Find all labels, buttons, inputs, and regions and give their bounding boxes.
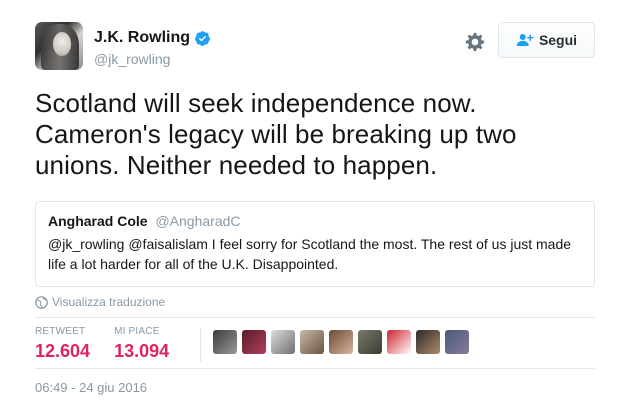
retweet-stat[interactable]: RETWEET 12.604 (35, 326, 90, 366)
avatar[interactable] (35, 22, 83, 70)
tweet-stats: RETWEET 12.604 MI PIACE 13.094 (35, 326, 201, 366)
add-user-icon (516, 34, 534, 46)
divider-bottom (35, 368, 595, 369)
quoted-user-name: Angharad Cole (48, 213, 148, 229)
quoted-user-handle: @AngharadC (155, 213, 241, 229)
likes-count: 13.094 (114, 341, 170, 361)
retweet-label: RETWEET (35, 326, 86, 337)
quoted-tweet-header: Angharad Cole @AngharadC (48, 213, 582, 229)
tweet-timestamp[interactable]: 06:49 - 24 giu 2016 (35, 380, 147, 395)
liker-avatar-3[interactable] (271, 330, 295, 354)
translate-link[interactable]: Visualizza traduzione (35, 295, 165, 309)
likes-stat[interactable]: MI PIACE 13.094 (114, 326, 169, 366)
globe-icon (35, 295, 48, 309)
display-name[interactable]: J.K. Rowling (94, 29, 190, 47)
liker-avatar-6[interactable] (358, 330, 382, 354)
liker-avatar-5[interactable] (329, 330, 353, 354)
likes-label: MI PIACE (114, 326, 160, 337)
tweet-text: Scotland will seek independence now. Cam… (35, 88, 517, 180)
liker-avatar-7[interactable] (387, 330, 411, 354)
gear-icon[interactable] (465, 32, 485, 52)
liker-avatar-2[interactable] (242, 330, 266, 354)
name-row: J.K. Rowling (94, 29, 211, 47)
stats-separator (200, 328, 201, 362)
divider-top (35, 317, 595, 318)
avatar-face (53, 32, 71, 56)
liker-avatars (213, 330, 474, 354)
translate-label: Visualizza traduzione (52, 295, 166, 309)
liker-avatar-9[interactable] (445, 330, 469, 354)
quoted-tweet-text: @jk_rowling @faisalislam I feel sorry fo… (48, 236, 572, 272)
quoted-tweet[interactable]: Angharad Cole @AngharadC @jk_rowling @fa… (35, 201, 595, 287)
retweet-count: 12.604 (35, 341, 91, 361)
verified-badge-icon (195, 30, 210, 46)
tweet-header: J.K. Rowling @jk_rowling Segui (35, 22, 595, 70)
follow-button[interactable]: Segui (498, 22, 595, 58)
liker-avatar-4[interactable] (300, 330, 324, 354)
follow-label: Segui (538, 32, 578, 48)
liker-avatar-1[interactable] (213, 330, 237, 354)
user-handle[interactable]: @jk_rowling (94, 51, 170, 67)
liker-avatar-8[interactable] (416, 330, 440, 354)
